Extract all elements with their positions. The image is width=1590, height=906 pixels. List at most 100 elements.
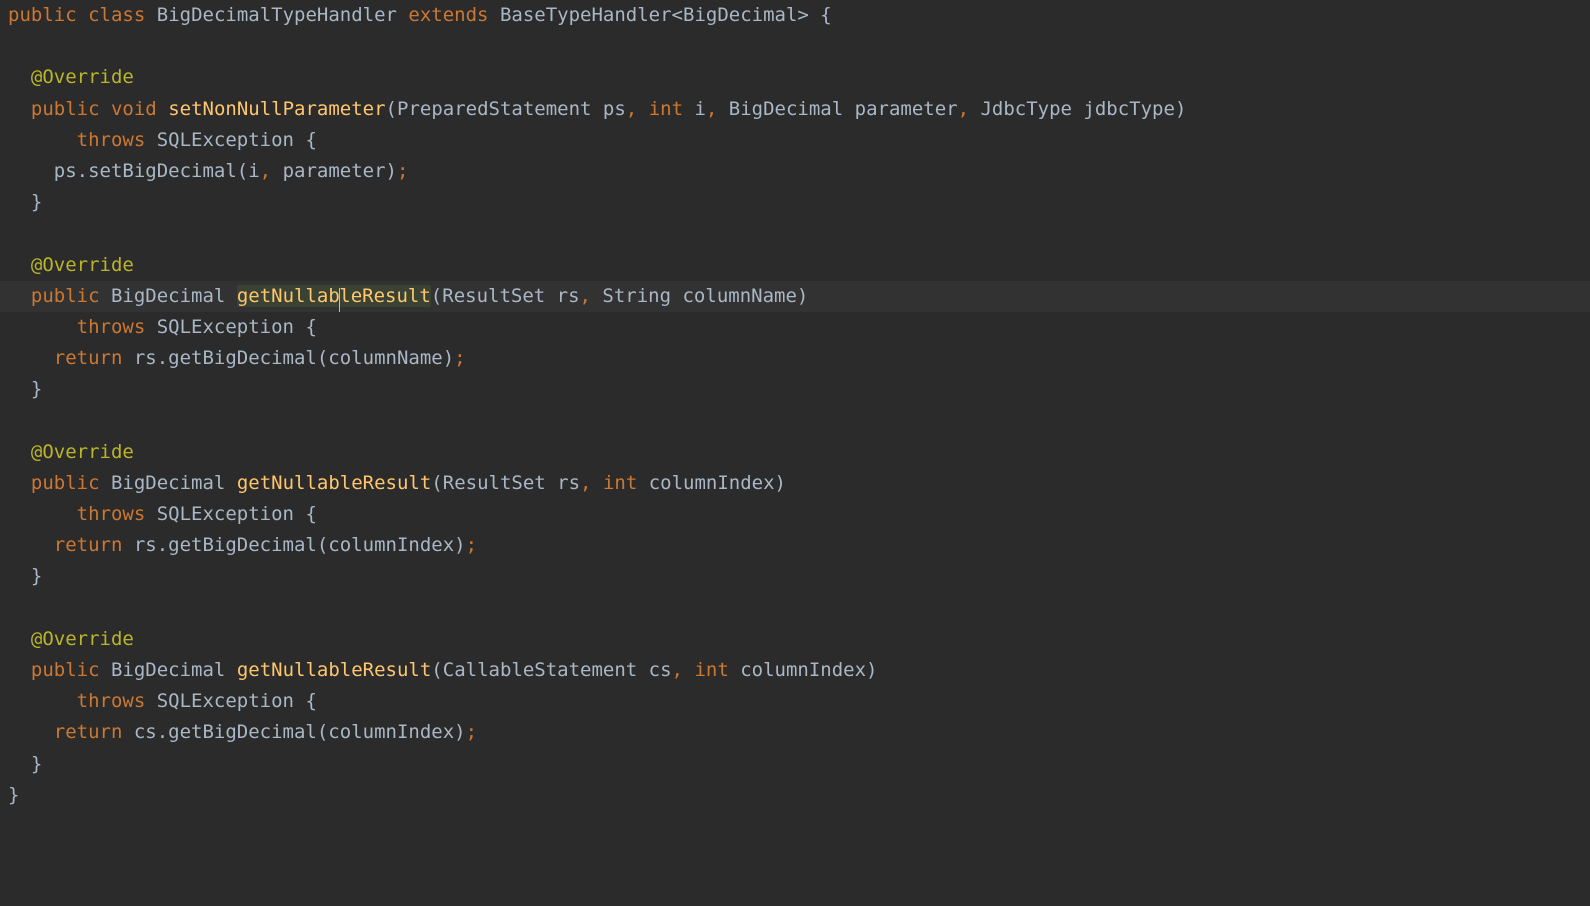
token-comma: , <box>580 472 591 494</box>
token-ann: @Override <box>31 441 134 463</box>
token-kw: return <box>54 534 123 556</box>
token-plain <box>77 4 88 26</box>
token-method: getNullableResult <box>237 659 431 681</box>
token-kw: class <box>88 4 145 26</box>
code-line[interactable] <box>0 218 1590 249</box>
code-line[interactable]: @Override <box>0 437 1590 468</box>
token-plain <box>591 472 602 494</box>
token-plain <box>225 285 236 307</box>
text-caret <box>339 288 341 312</box>
code-line[interactable] <box>0 405 1590 436</box>
code-line[interactable] <box>0 593 1590 624</box>
token-kw: public <box>31 472 100 494</box>
code-editor[interactable]: public class BigDecimalTypeHandler exten… <box>0 0 1590 811</box>
code-line[interactable]: public void setNonNullParameter(Prepared… <box>0 94 1590 125</box>
token-punct: ) <box>797 285 808 307</box>
token-punct: ( <box>386 98 397 120</box>
token-punct: ) <box>866 659 877 681</box>
token-ann: @Override <box>31 628 134 650</box>
token-plain: SQLException <box>145 316 305 338</box>
token-comma: , <box>706 98 717 120</box>
code-line[interactable]: } <box>0 187 1590 218</box>
code-line[interactable] <box>0 31 1590 62</box>
token-punct: } <box>8 784 19 806</box>
token-plain: BigDecimal parameter <box>717 98 957 120</box>
token-method: leResult <box>339 285 431 307</box>
token-punct: { <box>305 316 316 338</box>
token-kw: extends <box>408 4 488 26</box>
code-line[interactable]: @Override <box>0 250 1590 281</box>
token-punct: ) <box>775 472 786 494</box>
code-line[interactable]: } <box>0 374 1590 405</box>
token-comma: , <box>626 98 637 120</box>
token-kw: return <box>54 721 123 743</box>
indent <box>8 721 54 743</box>
token-kw: public <box>31 659 100 681</box>
code-line[interactable]: ps.setBigDecimal(i, parameter); <box>0 156 1590 187</box>
indent <box>8 378 31 400</box>
code-line[interactable]: } <box>0 749 1590 780</box>
token-ann: @Override <box>31 66 134 88</box>
code-line[interactable]: } <box>0 561 1590 592</box>
token-plain <box>397 4 408 26</box>
code-line[interactable]: throws SQLException { <box>0 686 1590 717</box>
indent <box>8 191 31 213</box>
token-plain <box>100 472 111 494</box>
token-kw: int <box>603 472 637 494</box>
code-line[interactable]: @Override <box>0 624 1590 655</box>
code-line[interactable]: @Override <box>0 62 1590 93</box>
token-comma: , <box>260 160 271 182</box>
token-kw: throws <box>77 690 146 712</box>
token-plain: cs.getBigDecimal(columnIndex) <box>122 721 465 743</box>
token-plain: rs.getBigDecimal(columnIndex) <box>122 534 465 556</box>
token-plain: SQLException <box>145 129 305 151</box>
token-kw: public <box>31 98 100 120</box>
token-plain <box>100 285 111 307</box>
token-plain: PreparedStatement ps <box>397 98 626 120</box>
code-line[interactable]: } <box>0 780 1590 811</box>
token-plain: columnIndex <box>729 659 866 681</box>
token-punct: } <box>31 191 42 213</box>
token-punct: { <box>305 690 316 712</box>
token-punct: ( <box>431 472 442 494</box>
token-plain: BigDecimal <box>111 659 225 681</box>
token-plain <box>637 98 648 120</box>
token-plain <box>683 659 694 681</box>
code-line[interactable]: public class BigDecimalTypeHandler exten… <box>0 0 1590 31</box>
token-kw: public <box>8 4 77 26</box>
token-kw: int <box>649 98 683 120</box>
token-punct: ) <box>1175 98 1186 120</box>
token-plain: BigDecimal <box>683 4 797 26</box>
code-line[interactable]: throws SQLException { <box>0 499 1590 530</box>
token-semi: ; <box>454 347 465 369</box>
token-semi: ; <box>397 160 408 182</box>
token-plain: SQLException <box>145 690 305 712</box>
indent <box>8 503 77 525</box>
token-plain <box>225 472 236 494</box>
indent <box>8 628 31 650</box>
token-plain: rs.getBigDecimal(columnName) <box>122 347 454 369</box>
code-line[interactable]: public BigDecimal getNullableResult(Resu… <box>0 281 1590 312</box>
token-method: setNonNullParameter <box>168 98 385 120</box>
indent <box>8 129 77 151</box>
token-punct: > <box>797 4 808 26</box>
token-comma: , <box>958 98 969 120</box>
indent <box>8 98 31 120</box>
token-plain: BaseTypeHandler <box>500 4 672 26</box>
code-line[interactable]: public BigDecimal getNullableResult(Call… <box>0 655 1590 686</box>
code-line[interactable]: return rs.getBigDecimal(columnIndex); <box>0 530 1590 561</box>
token-plain <box>100 98 111 120</box>
indent <box>8 66 31 88</box>
token-plain: ResultSet rs <box>442 285 579 307</box>
token-plain: SQLException <box>145 503 305 525</box>
token-plain <box>100 659 111 681</box>
code-line[interactable]: throws SQLException { <box>0 125 1590 156</box>
code-line[interactable]: throws SQLException { <box>0 312 1590 343</box>
token-kw: void <box>111 98 157 120</box>
token-plain: parameter) <box>271 160 397 182</box>
code-line[interactable]: return rs.getBigDecimal(columnName); <box>0 343 1590 374</box>
code-line[interactable]: return cs.getBigDecimal(columnIndex); <box>0 717 1590 748</box>
token-comma: , <box>672 659 683 681</box>
code-line[interactable]: public BigDecimal getNullableResult(Resu… <box>0 468 1590 499</box>
token-plain: i <box>683 98 706 120</box>
